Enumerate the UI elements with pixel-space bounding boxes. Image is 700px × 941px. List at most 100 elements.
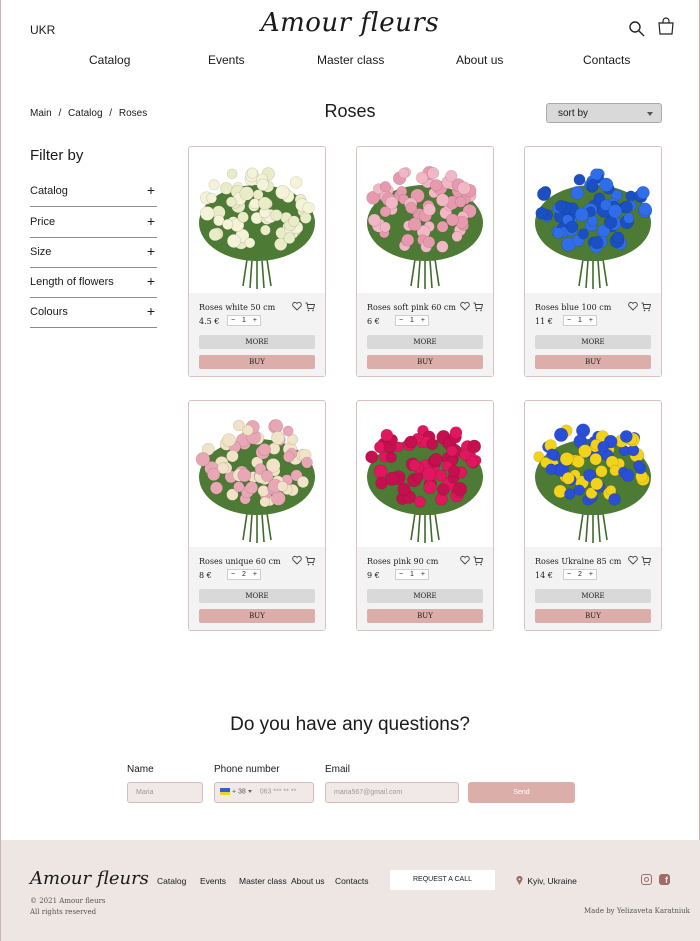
cart-icon[interactable] [641, 302, 651, 312]
cart-icon[interactable] [473, 302, 483, 312]
qty-minus-button[interactable]: − [231, 571, 235, 578]
instagram-icon[interactable] [641, 874, 652, 885]
plus-icon[interactable]: + [147, 303, 155, 319]
plus-icon[interactable]: + [147, 243, 155, 259]
phone-country-code[interactable]: + 38 [232, 788, 246, 795]
filter-size[interactable]: Size + [30, 238, 157, 268]
qty-plus-button[interactable]: + [589, 317, 593, 324]
cart-icon[interactable] [305, 556, 315, 566]
filter-catalog[interactable]: Catalog + [30, 177, 157, 207]
product-name[interactable]: Roses pink 90 cm [367, 557, 438, 566]
heart-icon[interactable] [460, 301, 470, 311]
quantity-stepper[interactable]: − 1 + [227, 315, 261, 326]
product-card[interactable]: Roses white 50 cm 4.5 € − 1 + MORE BUY [188, 146, 326, 377]
product-card[interactable]: Roses Ukraine 85 cm 14 € − 2 + MORE BUY [524, 400, 662, 631]
product-image[interactable] [193, 151, 321, 293]
footer-nav-catalog[interactable]: Catalog [157, 876, 186, 886]
qty-minus-button[interactable]: − [567, 571, 571, 578]
heart-icon[interactable] [460, 555, 470, 565]
product-image[interactable] [193, 405, 321, 547]
footer-nav-master-class[interactable]: Master class [239, 876, 287, 886]
qty-plus-button[interactable]: + [253, 571, 257, 578]
name-field[interactable]: Maria [127, 782, 203, 803]
plus-icon[interactable]: + [147, 273, 155, 289]
heart-icon[interactable] [292, 301, 302, 311]
product-price: 9 € [367, 571, 380, 580]
more-button[interactable]: MORE [199, 589, 315, 603]
nav-about-us[interactable]: About us [456, 53, 503, 67]
cart-icon[interactable] [473, 556, 483, 566]
filter-length-of-flowers[interactable]: Length of flowers + [30, 268, 157, 298]
buy-button[interactable]: BUY [199, 355, 315, 369]
plus-icon[interactable]: + [147, 213, 155, 229]
phone-field[interactable]: + 38 063 *** ** ** [214, 782, 314, 803]
name-label: Name [127, 764, 154, 775]
qty-minus-button[interactable]: − [231, 317, 235, 324]
footer-logo[interactable]: Amour fleurs [30, 868, 149, 889]
facebook-icon[interactable]: f [659, 874, 670, 885]
product-name[interactable]: Roses unique 60 cm [199, 557, 281, 566]
quantity-stepper[interactable]: − 1 + [563, 315, 597, 326]
footer-nav-about-us[interactable]: About us [291, 876, 325, 886]
shopping-bag-icon[interactable] [657, 17, 675, 35]
quantity-stepper[interactable]: − 2 + [227, 569, 261, 580]
qty-plus-button[interactable]: + [421, 317, 425, 324]
qty-plus-button[interactable]: + [253, 317, 257, 324]
nav-master-class[interactable]: Master class [317, 53, 384, 67]
buy-button[interactable]: BUY [535, 609, 651, 623]
send-button[interactable]: Send [468, 782, 575, 803]
sort-dropdown[interactable]: sort by [546, 103, 662, 123]
email-field[interactable]: maria567@gmail.com [325, 782, 459, 803]
product-card[interactable]: Roses unique 60 cm 8 € − 2 + MORE BUY [188, 400, 326, 631]
chevron-down-icon[interactable] [247, 790, 252, 793]
qty-value: 2 [242, 571, 246, 578]
more-button[interactable]: MORE [535, 335, 651, 349]
more-button[interactable]: MORE [199, 335, 315, 349]
more-button[interactable]: MORE [367, 589, 483, 603]
cart-icon[interactable] [641, 556, 651, 566]
filter-colours[interactable]: Colours + [30, 298, 157, 328]
buy-button[interactable]: BUY [367, 355, 483, 369]
heart-icon[interactable] [628, 301, 638, 311]
buy-button[interactable]: BUY [367, 609, 483, 623]
qty-plus-button[interactable]: + [421, 571, 425, 578]
product-name[interactable]: Roses soft pink 60 cm [367, 303, 456, 312]
footer-nav-contacts[interactable]: Contacts [335, 876, 369, 886]
product-name[interactable]: Roses white 50 cm [199, 303, 275, 312]
cart-icon[interactable] [305, 302, 315, 312]
product-image[interactable] [361, 405, 489, 547]
buy-button[interactable]: BUY [535, 355, 651, 369]
product-image[interactable] [529, 405, 657, 547]
nav-catalog[interactable]: Catalog [89, 53, 130, 67]
heart-icon[interactable] [292, 555, 302, 565]
quantity-stepper[interactable]: − 1 + [395, 315, 429, 326]
search-icon[interactable] [628, 20, 646, 38]
product-card[interactable]: Roses soft pink 60 cm 6 € − 1 + MORE BUY [356, 146, 494, 377]
quantity-stepper[interactable]: − 1 + [395, 569, 429, 580]
product-card[interactable]: Roses blue 100 cm 11 € − 1 + MORE BUY [524, 146, 662, 377]
product-card[interactable]: Roses pink 90 cm 9 € − 1 + MORE BUY [356, 400, 494, 631]
nav-contacts[interactable]: Contacts [583, 53, 630, 67]
qty-plus-button[interactable]: + [589, 571, 593, 578]
product-name[interactable]: Roses Ukraine 85 cm [535, 557, 621, 566]
footer-nav-events[interactable]: Events [200, 876, 226, 886]
nav-events[interactable]: Events [208, 53, 245, 67]
request-call-button[interactable]: REQUEST A CALL [390, 870, 495, 890]
brand-logo[interactable]: Amour fleurs [1, 8, 699, 38]
footer [1, 840, 700, 941]
more-button[interactable]: MORE [535, 589, 651, 603]
product-name[interactable]: Roses blue 100 cm [535, 303, 611, 312]
product-image[interactable] [529, 151, 657, 293]
more-button[interactable]: MORE [367, 335, 483, 349]
filter-price[interactable]: Price + [30, 208, 157, 238]
qty-minus-button[interactable]: − [567, 317, 571, 324]
ukraine-flag-icon[interactable] [220, 788, 230, 795]
qty-minus-button[interactable]: − [399, 571, 403, 578]
product-price: 11 € [535, 317, 553, 326]
quantity-stepper[interactable]: − 2 + [563, 569, 597, 580]
qty-minus-button[interactable]: − [399, 317, 403, 324]
heart-icon[interactable] [628, 555, 638, 565]
buy-button[interactable]: BUY [199, 609, 315, 623]
plus-icon[interactable]: + [147, 182, 155, 198]
product-image[interactable] [361, 151, 489, 293]
